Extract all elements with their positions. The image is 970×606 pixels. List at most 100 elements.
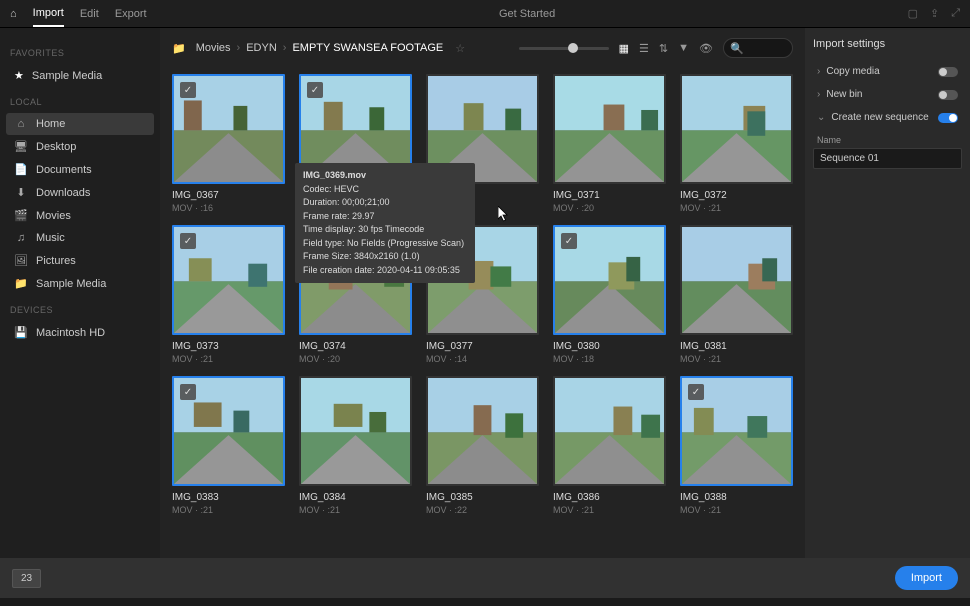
sidebar-item-sample-media[interactable]: 📁Sample Media [6, 272, 154, 295]
sidebar-item-home[interactable]: ⌂Home [6, 113, 154, 135]
clip-name-label: IMG_0380 [553, 341, 666, 352]
favorite-star-icon[interactable]: ☆ [455, 42, 465, 55]
sidebar-item-desktop[interactable]: 🖥Desktop [6, 135, 154, 158]
home-icon[interactable]: ⌂ [10, 8, 17, 20]
search-input[interactable]: 🔍 [723, 38, 793, 58]
tooltip-line: Frame Size: 3840x2160 (1.0) [303, 250, 467, 264]
fullscreen-icon[interactable]: ⤢ [951, 7, 960, 20]
new-folder-icon[interactable]: 📁 [172, 42, 186, 55]
clip-IMG_0380[interactable]: ✓ IMG_0380 MOV · :18 [553, 225, 666, 364]
clip-thumbnail[interactable]: ✓ [172, 74, 285, 184]
zoom-slider[interactable] [519, 47, 609, 50]
clip-IMG_0386[interactable]: IMG_0386 MOV · :21 [553, 376, 666, 515]
sidebar: FAVORITESSample MediaLOCAL⌂Home🖥Desktop📄… [0, 28, 160, 558]
crumb-movies[interactable]: Movies [196, 42, 231, 54]
clip-thumbnail[interactable]: ✓ [680, 376, 793, 486]
toggle-switch[interactable] [938, 67, 958, 77]
document-icon: 📄 [14, 163, 28, 176]
checkbox-icon[interactable]: ✓ [180, 384, 196, 400]
clip-thumbnail[interactable] [426, 376, 539, 486]
panel-row-label: ›Copy media [817, 66, 880, 77]
clip-IMG_0383[interactable]: ✓IMG_0383MOV · :21 [172, 376, 285, 515]
clip-name-label: IMG_0374 [299, 341, 412, 352]
clip-meta-label: MOV · :21 [553, 505, 666, 515]
sidebar-item-label: Sample Media [32, 70, 102, 82]
clip-meta-label: MOV · :18 [553, 354, 666, 364]
tooltip-line: Frame rate: 29.97 [303, 210, 467, 224]
clip-meta-label: MOV · :14 [426, 354, 539, 364]
clip-name-label: IMG_0386 [553, 492, 666, 503]
sidebar-item-label: Documents [36, 164, 92, 176]
clip-IMG_0381[interactable]: IMG_0381MOV · :21 [680, 225, 793, 364]
clip-IMG_0372[interactable]: IMG_0372 MOV · :21 [680, 74, 793, 213]
panel-row-copy-media[interactable]: ›Copy media [813, 60, 962, 83]
clip-name-label: IMG_0373 [172, 341, 285, 352]
clip-thumbnail[interactable] [553, 376, 666, 486]
crumb-edyn[interactable]: EDYN [246, 42, 277, 54]
checkbox-icon[interactable]: ✓ [180, 233, 196, 249]
tab-import[interactable]: Import [33, 1, 64, 27]
clip-name-label: IMG_0377 [426, 341, 539, 352]
tooltip-line: Duration: 00;00;21;00 [303, 196, 467, 210]
toggle-switch[interactable] [938, 90, 958, 100]
panel-row-new-bin[interactable]: ›New bin [813, 83, 962, 106]
sidebar-item-downloads[interactable]: ⬇ Downloads [6, 181, 154, 204]
clip-thumbnail[interactable]: ✓ [172, 376, 285, 486]
clip-thumbnail[interactable] [680, 74, 793, 184]
toggle-switch[interactable] [938, 113, 958, 123]
clip-IMG_0384[interactable]: IMG_0384MOV · :21 [299, 376, 412, 515]
clip-IMG_0388[interactable]: ✓IMG_0388MOV · :21 [680, 376, 793, 515]
checkbox-icon[interactable]: ✓ [688, 384, 704, 400]
sidebar-item-macintosh-hd[interactable]: 💾Macintosh HD [6, 321, 154, 344]
tooltip-line: IMG_0369.mov [303, 169, 467, 183]
panel-row-create-new-sequence[interactable]: ⌄Create new sequence [813, 106, 962, 129]
clip-IMG_0367[interactable]: ✓IMG_0367MOV · :16 [172, 74, 285, 213]
clip-name-label: IMG_0372 [680, 190, 793, 201]
clip-thumbnail[interactable]: ✓ [553, 225, 666, 335]
sidebar-section-devices: DEVICES [10, 305, 150, 315]
checkbox-icon[interactable]: ✓ [561, 233, 577, 249]
checkbox-icon[interactable]: ✓ [307, 82, 323, 98]
grid-view-icon[interactable]: ▦ [619, 42, 629, 55]
list-view-icon[interactable]: ☰ [639, 42, 649, 55]
sidebar-item-documents[interactable]: 📄 Documents [6, 158, 154, 181]
clip-IMG_0373[interactable]: ✓IMG_0373MOV · :21 [172, 225, 285, 364]
clip-thumbnail[interactable]: ✓ [172, 225, 285, 335]
tab-edit[interactable]: Edit [80, 2, 99, 26]
clip-thumbnail[interactable] [553, 74, 666, 184]
sequence-name-input[interactable] [813, 148, 962, 169]
share-icon[interactable]: ⇪ [930, 7, 939, 20]
workspace-icon[interactable]: ▢ [908, 7, 918, 20]
drive-icon: 💾 [14, 326, 28, 339]
import-button[interactable]: Import [895, 566, 958, 590]
selection-count-badge[interactable]: 23 [12, 569, 41, 588]
checkbox-icon[interactable]: ✓ [180, 82, 196, 98]
sidebar-item-music[interactable]: ♫Music [6, 227, 154, 249]
download-icon: ⬇ [14, 186, 28, 199]
filter-icon[interactable]: ▼ [678, 42, 689, 54]
tooltip-line: Field type: No Fields (Progressive Scan) [303, 237, 467, 251]
tab-export[interactable]: Export [115, 2, 147, 26]
clip-meta-label: MOV · :21 [680, 203, 793, 213]
sidebar-item-movies[interactable]: 🎬Movies [6, 204, 154, 227]
clip-thumbnail[interactable] [680, 225, 793, 335]
clip-meta-label: MOV · :20 [299, 354, 412, 364]
clip-IMG_0385[interactable]: IMG_0385MOV · :22 [426, 376, 539, 515]
sidebar-item-label: Home [36, 118, 65, 130]
sort-icon[interactable]: ⇅ [659, 42, 668, 55]
tooltip-line: File creation date: 2020-04-11 09:05:35 [303, 264, 467, 278]
clip-thumbnail[interactable] [299, 376, 412, 486]
clip-IMG_0371[interactable]: IMG_0371MOV · :20 [553, 74, 666, 213]
clip-meta-label: MOV · :22 [426, 505, 539, 515]
clip-meta-label: MOV · :21 [680, 505, 793, 515]
sidebar-item-label: Downloads [36, 187, 90, 199]
sidebar-item-sample-media[interactable]: Sample Media [6, 64, 154, 87]
clip-meta-label: MOV · :21 [680, 354, 793, 364]
crumb-current[interactable]: EMPTY SWANSEA FOOTAGE [292, 42, 443, 54]
chevron-icon: › [817, 89, 820, 100]
sidebar-item-pictures[interactable]: 🖼Pictures [6, 249, 154, 272]
panel-row-label: ⌄Create new sequence [817, 112, 929, 123]
tooltip-line: Time display: 30 fps Timecode [303, 223, 467, 237]
clip-meta-label: MOV · :20 [553, 203, 666, 213]
eye-icon[interactable]: 👁 [699, 42, 713, 55]
